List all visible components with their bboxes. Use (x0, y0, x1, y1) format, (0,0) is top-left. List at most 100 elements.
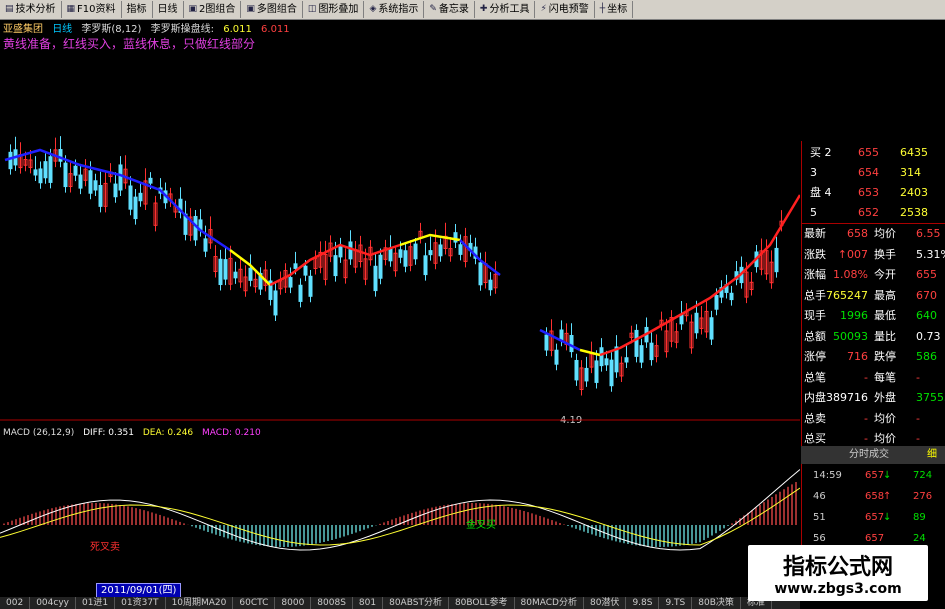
toolbar-button-7[interactable]: ◈ 系统指示 (364, 1, 425, 18)
candle-body (98, 185, 103, 207)
stat-value: - (916, 370, 920, 384)
toolbar-button-0[interactable]: ▤ 技术分析 (0, 1, 62, 18)
stat-value: 0.73 (916, 329, 941, 343)
candle-body (373, 265, 378, 292)
ticks-header: 分时成交 细 (801, 446, 945, 464)
stat-value: 5.31% (916, 247, 945, 261)
stat-value: 6.55 (916, 227, 941, 240)
toolbar-button-label: 2图组合 (199, 4, 236, 15)
stat-label: 今开 (874, 268, 896, 281)
toolbar-button-label: 指标 (126, 4, 147, 15)
formula-tab[interactable]: 80BOLL参考 (449, 597, 515, 609)
formula-tab[interactable]: 01资37T (115, 597, 166, 609)
candle-body (554, 349, 559, 365)
candle-body (293, 263, 298, 269)
formula-tab[interactable]: 80B决策 (692, 597, 741, 609)
tool-icon: ✚ (479, 4, 488, 14)
toolbar-button-5[interactable]: ▣ 多图组合 (241, 1, 303, 18)
quote-stat-row: 总额 50093 量比 0.73 (802, 327, 945, 347)
stat-value: - (864, 411, 868, 425)
candle-body (559, 329, 564, 341)
toolbar-button-3[interactable]: 日线 (153, 1, 184, 18)
candle-body (138, 192, 143, 202)
toolbar-button-8[interactable]: ✎ 备忘录 (424, 1, 475, 18)
formula-tab[interactable]: 8008S (311, 597, 353, 609)
stat-label: 总手 (804, 288, 826, 302)
toolbar-button-11[interactable]: ┼ 坐标 (595, 1, 634, 18)
macd-value: MACD: 0.210 (202, 428, 261, 438)
candle-body (423, 255, 428, 276)
candle-body (78, 174, 83, 189)
candle-body (88, 170, 93, 194)
stat-label: 涨幅 (804, 268, 826, 281)
stat-label: 内盘 (804, 391, 826, 404)
toolbar-button-2[interactable]: 指标 (122, 1, 153, 18)
indicator-name[interactable]: 李罗斯(8,12) (81, 24, 141, 35)
candle-body (378, 254, 383, 279)
indicator-value-2: 6.011 (261, 24, 290, 35)
quote-stat-row: 现手 1996 最低 640 (802, 306, 945, 326)
candle-body (223, 259, 228, 280)
formula-tab[interactable]: 10周期MA20 (166, 597, 234, 609)
stat-value: - (916, 411, 920, 425)
candle-body (38, 168, 43, 184)
formula-tab[interactable]: 8000 (275, 597, 312, 609)
formula-tab[interactable]: 801 (353, 597, 384, 609)
kline-chart[interactable]: 4.19死叉卖金叉买 (0, 50, 800, 595)
order-price: 653 (858, 186, 879, 199)
ticks-detail-tab[interactable]: 细 (927, 446, 937, 464)
candle-body (288, 277, 293, 288)
candle-body (33, 169, 38, 176)
note-icon: ✎ (429, 4, 437, 14)
tick-direction: ↓ (883, 512, 892, 523)
formula-tab[interactable]: 60CTC (233, 597, 276, 609)
stat-label: 总卖 (804, 411, 826, 425)
toolbar-button-label: 备忘录 (438, 4, 469, 15)
stat-value: 670 (916, 288, 937, 302)
period-label[interactable]: 日线 (52, 24, 72, 35)
formula-tab[interactable]: 004cyy (30, 597, 76, 609)
candle-body (58, 149, 63, 162)
candle-body (303, 265, 308, 276)
order-price: 652 (858, 206, 879, 219)
formula-tab[interactable]: 9.TS (659, 597, 693, 609)
candle-body (639, 345, 644, 363)
stat-label: 外盘 (874, 391, 896, 404)
stat-value: - (864, 370, 868, 384)
stat-value: 389716 (826, 391, 868, 404)
formula-tab[interactable]: 80潜伏 (584, 597, 627, 609)
watermark-url: www.zbgs3.com (774, 581, 902, 597)
stat-value: 586 (916, 350, 937, 363)
candle-body (308, 275, 313, 297)
toolbar-button-1[interactable]: ▦ F10资料 (62, 1, 122, 18)
formula-tab[interactable]: 9.8S (626, 597, 660, 609)
stat-label: 最新 (804, 227, 826, 240)
order-volume: 2538 (900, 206, 928, 219)
candle-body (48, 156, 53, 183)
ticks-title[interactable]: 分时成交 (849, 446, 889, 464)
stat-value: 765247 (826, 288, 868, 302)
toolbar-button-9[interactable]: ✚ 分析工具 (475, 1, 536, 18)
candle-body (273, 290, 278, 316)
candle-body (413, 243, 418, 260)
toolbar-button-label: 图形叠加 (318, 4, 359, 15)
candle-body (398, 249, 403, 258)
stat-value: 640 (916, 309, 937, 322)
formula-tab[interactable]: 002 (0, 597, 31, 609)
toolbar-button-4[interactable]: ▣ 2图组合 (184, 1, 242, 18)
macd-header: MACD (26,12,9) DIFF: 0.351 DEA: 0.246 MA… (3, 428, 267, 438)
order-book-row: 5 652 2538 (802, 203, 945, 223)
stat-label: 最高 (874, 288, 896, 302)
candle-body (93, 180, 98, 191)
order-book-row: 3 654 314 (802, 163, 945, 183)
doc-icon: ▦ (66, 4, 76, 14)
toolbar-button-10[interactable]: ⚡ 闪电预警 (535, 1, 595, 18)
formula-tab[interactable]: 80MACD分析 (515, 597, 584, 609)
formula-tab[interactable]: 80ABST分析 (383, 597, 449, 609)
formula-tab[interactable]: 01进1 (76, 597, 116, 609)
toolbar-button-6[interactable]: ◫ 图形叠加 (303, 1, 365, 18)
candle-body (544, 334, 549, 351)
tick-direction: ↑ (883, 491, 892, 502)
candle-body (709, 317, 714, 340)
quote-stat-row: 总笔 - 每笔 - (802, 368, 945, 388)
